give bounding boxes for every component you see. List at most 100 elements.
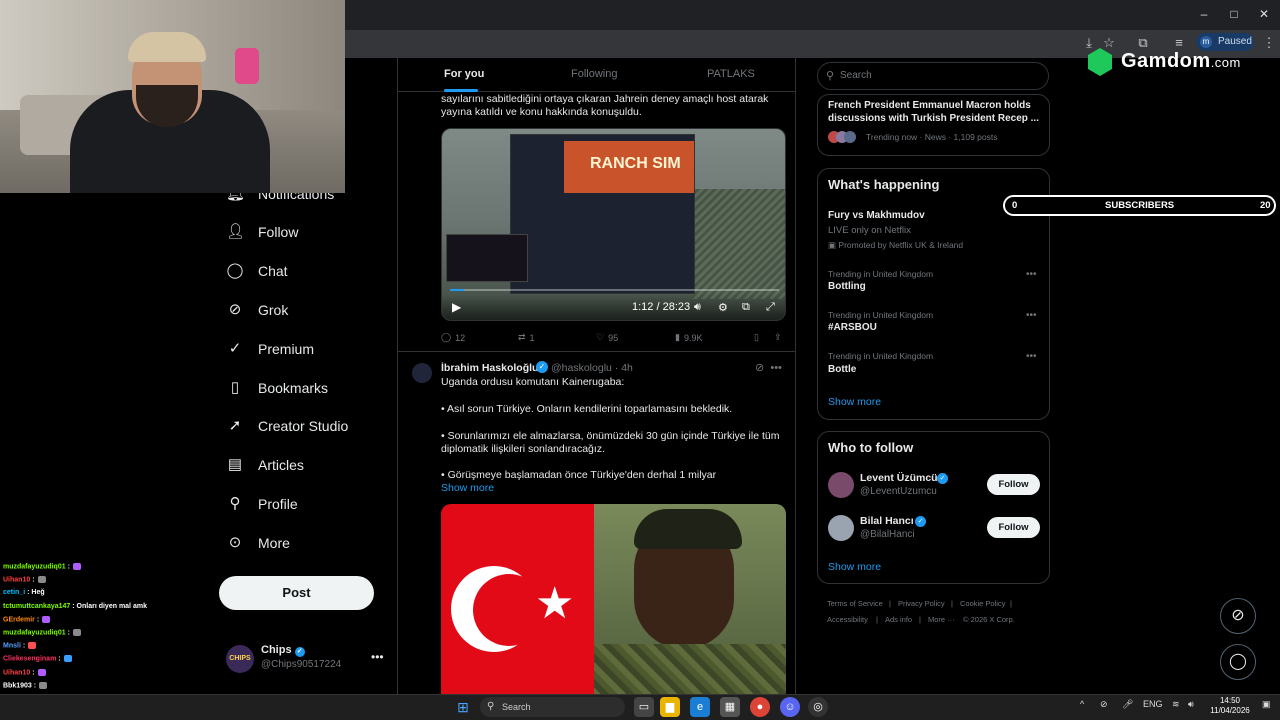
chat-message: Uihan10 : — [3, 576, 46, 584]
chat-username: Cliekesenginam — [3, 655, 57, 663]
avatar[interactable] — [828, 515, 854, 541]
chrome-icon[interactable]: ● — [750, 697, 770, 717]
chat-text: : — [32, 668, 35, 676]
more-options-icon[interactable]: ••• — [770, 362, 782, 374]
chat-username: Uihan10 — [3, 668, 31, 676]
show-more-link[interactable]: Show more — [828, 396, 881, 408]
sidebar-item-more[interactable]: ⊙ More — [226, 529, 290, 557]
trend-category: Trending in United Kingdom — [828, 351, 934, 361]
follow-button[interactable]: Follow — [987, 517, 1040, 538]
tab-for-you[interactable]: For you — [444, 68, 484, 80]
more-options-icon[interactable]: ••• — [1026, 269, 1037, 280]
notification-icon[interactable]: ▣ — [1262, 699, 1271, 710]
section-title: Who to follow — [828, 440, 914, 455]
microphone-icon[interactable]: 🎤︎ — [1122, 699, 1133, 710]
tweet-image[interactable]: ★ — [441, 504, 786, 694]
trend-name[interactable]: Bottling — [828, 281, 866, 292]
more-options-icon[interactable]: ••• — [1026, 310, 1037, 321]
sidebar-item-creator-studio[interactable]: ➚ Creator Studio — [226, 412, 349, 440]
settings-icon[interactable]: ⚙ — [718, 301, 728, 314]
video-player[interactable]: RANCH SIM ▶ 1:12 / 28:23 🔊︎ ⚙ ⧉ ⤢ — [441, 128, 786, 321]
footer-link[interactable]: Ads info — [885, 615, 912, 624]
language-indicator[interactable]: ENG — [1143, 699, 1163, 709]
close-window-button[interactable]: ✕ — [1256, 6, 1272, 22]
tweet-options[interactable]: ⊘ ••• — [755, 361, 782, 374]
chat-emote — [72, 563, 81, 570]
file-explorer-icon[interactable]: ▆ — [660, 697, 680, 717]
chevron-up-icon[interactable]: ^ — [1080, 699, 1084, 709]
bookmark-button[interactable]: ▯ — [754, 332, 759, 343]
network-icon[interactable]: ⊘ — [1100, 699, 1108, 710]
fullscreen-icon[interactable]: ⤢ — [766, 301, 775, 314]
sidebar-item-grok[interactable]: ⊘ Grok — [226, 296, 289, 324]
pip-icon[interactable]: ⧉ — [742, 301, 750, 314]
tab-following[interactable]: Following — [571, 68, 617, 80]
portrait-beret — [634, 509, 742, 549]
share-button[interactable]: ⇪ — [774, 332, 782, 343]
chat-message: GErdemir : — [3, 615, 51, 623]
play-icon[interactable]: ▶ — [452, 300, 461, 314]
grok-icon: ⊘ — [1231, 607, 1245, 624]
app-icon[interactable]: ◎ — [808, 697, 828, 717]
grok-float-button[interactable]: ⊘ — [1220, 598, 1256, 634]
sidebar-item-articles[interactable]: ▤ Articles — [226, 451, 304, 479]
promo-title[interactable]: Fury vs Makhmudov — [828, 210, 925, 221]
footer-separator: | — [951, 599, 953, 608]
news-card[interactable]: French President Emmanuel Macron holds d… — [817, 94, 1050, 156]
trend-name[interactable]: #ARSBOU — [828, 322, 877, 333]
repost-button[interactable]: ⇄ 1 — [518, 332, 535, 343]
account-handle: @Chips90517224 — [261, 659, 342, 670]
footer-link[interactable]: More ··· — [928, 615, 955, 624]
more-options-icon[interactable]: ••• — [1026, 351, 1037, 362]
avatar[interactable] — [412, 363, 432, 383]
sidebar-item-profile[interactable]: ⚲ Profile — [226, 490, 298, 518]
footer-link[interactable]: Cookie Policy — [960, 599, 1005, 608]
like-button[interactable]: ♡ 95 — [596, 332, 618, 343]
video-controls — [442, 294, 785, 320]
task-view-icon[interactable]: ▭ — [634, 697, 654, 717]
taskbar-search[interactable]: ⚲ Search — [480, 697, 625, 717]
reply-button[interactable]: ◯ 12 — [441, 332, 465, 343]
tweet-author[interactable]: İbrahim Haskoloğlu — [441, 362, 538, 374]
chat-username: muzdafayuzudiq01 — [3, 629, 66, 637]
footer-link[interactable]: Accessibility — [827, 615, 868, 624]
bookmark-icon: ▯ — [754, 332, 759, 342]
post-button[interactable]: Post — [219, 576, 374, 610]
search-input[interactable]: ⚲ Search — [817, 62, 1049, 90]
account-switcher[interactable]: CHIPS Chips ✓ @Chips90517224 ••• — [226, 642, 386, 678]
wifi-icon[interactable]: ≋ — [1172, 699, 1180, 710]
verified-icon: ✓ — [937, 473, 948, 484]
footer-link[interactable]: Terms of Service — [827, 599, 883, 608]
follow-button[interactable]: Follow — [987, 474, 1040, 495]
trend-name[interactable]: Bottle — [828, 364, 856, 375]
footer-link[interactable]: Privacy Policy — [898, 599, 945, 608]
trend-category: Trending in United Kingdom — [828, 310, 934, 320]
tab-patlaks[interactable]: PATLAKS — [707, 68, 755, 80]
system-clock[interactable]: 14:50 11/04/2026 — [1205, 696, 1255, 716]
minimize-button[interactable]: – — [1196, 6, 1212, 22]
discord-icon[interactable]: ☺ — [780, 697, 800, 717]
sidebar-item-bookmarks[interactable]: ▯ Bookmarks — [226, 374, 328, 402]
account-name: Chips ✓ — [261, 644, 305, 657]
edge-icon[interactable]: e — [690, 697, 710, 717]
user-name[interactable]: Levent Üzümcü — [860, 472, 938, 484]
sidebar-item-premium[interactable]: ✓ Premium — [226, 335, 314, 363]
video-scene — [692, 189, 785, 299]
volume-icon[interactable]: 🔊︎ — [694, 301, 701, 314]
maximize-button[interactable]: □ — [1226, 6, 1242, 22]
video-progress-bar[interactable] — [450, 289, 779, 291]
grok-icon[interactable]: ⊘ — [755, 362, 764, 374]
windows-start-icon[interactable]: ⊞ — [453, 697, 473, 717]
show-more-link[interactable]: Show more — [441, 482, 494, 494]
sidebar-item-follow[interactable]: 👤︎ Follow — [226, 218, 298, 246]
avatar[interactable] — [828, 472, 854, 498]
show-more-link[interactable]: Show more — [828, 561, 881, 573]
chat-username: Uihan10 — [3, 576, 31, 584]
sidebar-item-chat[interactable]: ◯ Chat — [226, 257, 288, 285]
volume-icon[interactable]: 🔊︎ — [1188, 699, 1194, 710]
store-icon[interactable]: ▦ — [720, 697, 740, 717]
more-options-icon[interactable]: ••• — [371, 650, 384, 664]
chat-float-button[interactable]: ◯ — [1220, 644, 1256, 680]
views-button[interactable]: ▮ 9.9K — [675, 332, 702, 343]
user-name[interactable]: Bilal Hancı — [860, 515, 914, 527]
